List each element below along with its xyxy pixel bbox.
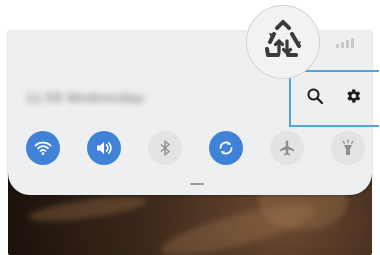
sound-toggle[interactable] xyxy=(87,131,121,165)
flashlight-icon xyxy=(342,139,354,155)
search-icon xyxy=(307,88,324,105)
search-button[interactable] xyxy=(303,84,327,108)
bluetooth-icon xyxy=(160,140,170,156)
rotate-icon xyxy=(219,141,233,155)
wifi-icon xyxy=(34,141,52,155)
data-saver-callout xyxy=(246,5,320,79)
speaker-icon xyxy=(97,142,112,154)
gear-icon xyxy=(347,89,361,103)
settings-button[interactable] xyxy=(341,84,365,108)
airplane-icon xyxy=(279,140,295,156)
flashlight-toggle[interactable] xyxy=(331,131,365,165)
panel-drag-handle[interactable] xyxy=(190,183,204,185)
data-saver-icon xyxy=(265,20,301,57)
wifi-toggle[interactable] xyxy=(26,131,60,165)
bluetooth-toggle[interactable] xyxy=(148,131,182,165)
airplane-mode-toggle[interactable] xyxy=(270,131,304,165)
date-time-label: 11:58 Wednesday xyxy=(26,90,145,105)
auto-rotate-toggle[interactable] xyxy=(209,131,243,165)
